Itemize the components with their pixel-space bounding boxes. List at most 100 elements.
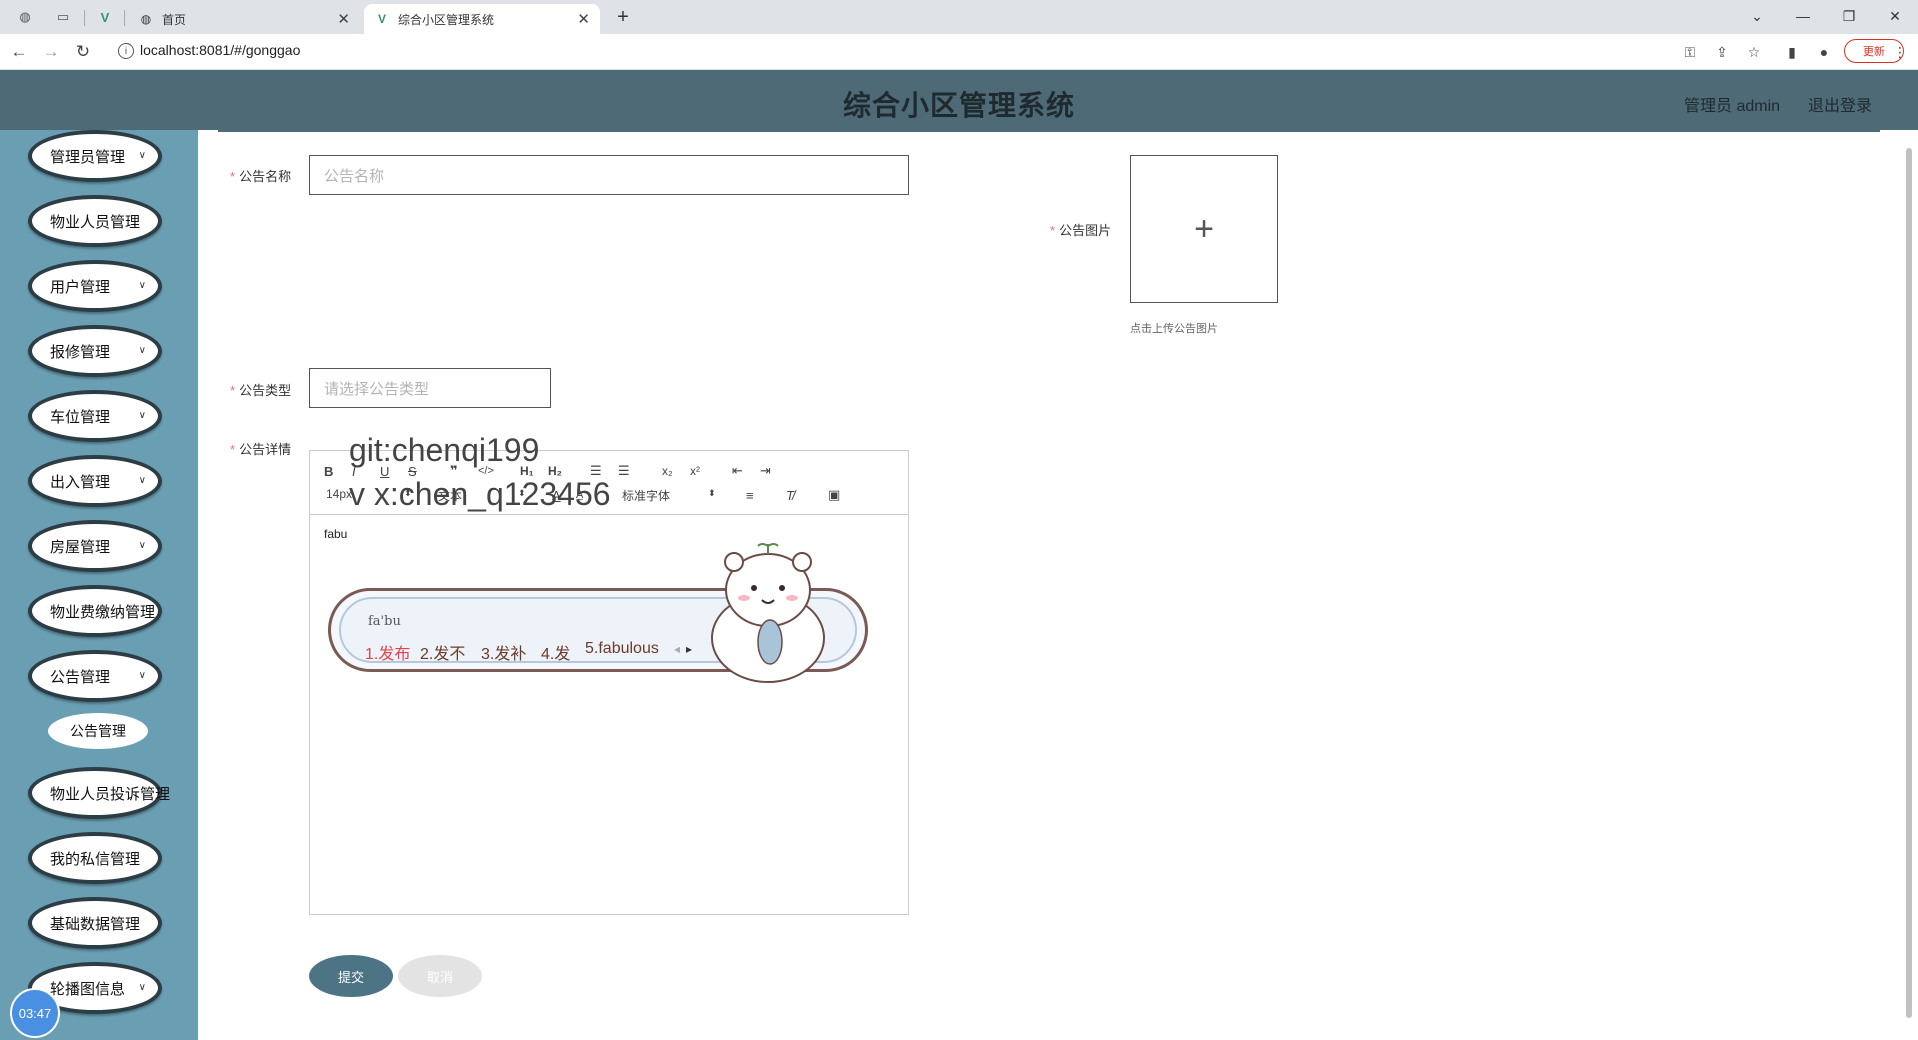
globe-icon[interactable]: ◍ xyxy=(16,8,34,26)
sidebar-item-label: 公告管理 xyxy=(50,668,111,686)
sidebar-item-messages[interactable]: 我的私信管理 xyxy=(28,832,162,884)
browser-tabstrip: ◍ ▭ V ◍ 首页 ✕ V 综合小区管理系统 ✕ + ⌄ — ❐ ✕ xyxy=(0,0,1918,34)
chevron-down-icon[interactable]: ⌄ xyxy=(1742,4,1772,28)
chevron-down-icon: ∨ xyxy=(138,540,146,551)
tab-separator xyxy=(124,10,125,26)
back-icon[interactable]: ← xyxy=(8,41,30,63)
pinned-tab-icon[interactable]: ▭ xyxy=(54,8,72,26)
sidebar-item-label: 房屋管理 xyxy=(50,538,111,556)
type-label-text: 公告类型 xyxy=(239,383,292,398)
chevron-down-icon: ∨ xyxy=(138,280,146,291)
globe-icon: ◍ xyxy=(140,12,152,26)
name-label: * 公告名称 xyxy=(230,166,291,185)
sidebar-item-label: 车位管理 xyxy=(50,408,111,426)
ime-candidate-4[interactable]: 4.发 xyxy=(541,640,570,664)
sidebar-item-basedata[interactable]: 基础数据管理 xyxy=(28,897,162,949)
sidebar-item-users[interactable]: 用户管理 ∨ xyxy=(28,260,162,312)
sort-arrows-icon: ⬍ xyxy=(708,488,716,498)
sidebar-item-label: 报修管理 xyxy=(50,343,111,361)
image-label: * 公告图片 xyxy=(1050,220,1111,239)
chevron-down-icon: ∨ xyxy=(138,475,146,486)
sidebar-item-parking[interactable]: 车位管理 ∨ xyxy=(28,390,162,442)
divider xyxy=(218,130,1880,132)
user-label: 管理员 admin xyxy=(1684,98,1781,115)
ime-candidate-2[interactable]: 2.发不 xyxy=(420,640,465,664)
scrollbar[interactable] xyxy=(1904,148,1914,1018)
font-value: 标准字体 xyxy=(622,489,671,503)
close-icon[interactable]: ✕ xyxy=(337,10,350,28)
ime-candidate-5[interactable]: 5.fabulous xyxy=(585,640,659,658)
star-icon[interactable]: ☆ xyxy=(1744,42,1764,62)
chevron-down-icon: ∨ xyxy=(138,982,146,993)
sidebar-item-label: 我的私信管理 xyxy=(50,850,141,868)
name-input[interactable]: 公告名称 xyxy=(309,155,909,195)
superscript-icon[interactable]: x² xyxy=(690,462,700,480)
image-icon[interactable]: ▣ xyxy=(828,486,840,504)
sidebar-item-admin[interactable]: 管理员管理 ∨ xyxy=(28,130,162,182)
share-icon[interactable]: ⇪ xyxy=(1712,42,1732,62)
close-icon[interactable]: ✕ xyxy=(577,10,590,28)
bear-mascot-icon xyxy=(711,543,825,683)
sidebar-item-repair[interactable]: 报修管理 ∨ xyxy=(28,325,162,377)
subscript-icon[interactable]: x₂ xyxy=(662,462,673,480)
vue-icon: V xyxy=(377,12,386,26)
sidebar-item-label: 基础数据管理 xyxy=(50,915,141,933)
sidebar-item-staff[interactable]: 物业人员管理 xyxy=(28,195,162,247)
required-mark: * xyxy=(230,442,236,457)
chevron-down-icon: ∨ xyxy=(138,345,146,356)
ime-next-icon[interactable]: ▸ xyxy=(686,642,692,656)
forward-icon[interactable]: → xyxy=(40,41,62,63)
sidebar-item-label: 物业人员管理 xyxy=(50,213,141,231)
ime-candidate-1[interactable]: 1.发布 xyxy=(365,640,410,664)
tab-active[interactable]: V 综合小区管理系统 ✕ xyxy=(364,4,600,34)
type-select[interactable]: 请选择公告类型 xyxy=(309,368,551,408)
ime-pinyin: fa'bu xyxy=(368,614,401,629)
name-label-text: 公告名称 xyxy=(239,169,292,184)
cancel-button[interactable]: 取消 xyxy=(398,955,482,997)
upload-tip: 点击上传公告图片 xyxy=(1130,323,1218,335)
close-window-button[interactable]: ✕ xyxy=(1880,4,1910,28)
sidebar-item-access[interactable]: 出入管理 ∨ xyxy=(28,455,162,507)
sidebar-item-complaint[interactable]: 物业人员投诉管理 xyxy=(28,767,170,819)
bold-icon[interactable]: B xyxy=(324,462,333,480)
editor-content[interactable]: fabu xyxy=(324,527,347,541)
profile-icon[interactable]: ● xyxy=(1814,42,1834,62)
restore-button[interactable]: ❐ xyxy=(1834,4,1864,28)
sidepanel-icon[interactable]: ▮ xyxy=(1782,42,1802,62)
info-icon[interactable]: i xyxy=(118,43,134,59)
submenu-item-notice[interactable]: 公告管理 xyxy=(48,713,148,749)
chevron-down-icon: ∨ xyxy=(138,670,146,681)
new-tab-button[interactable]: + xyxy=(614,6,632,28)
detail-label-text: 公告详情 xyxy=(239,442,292,457)
reload-icon[interactable]: ↻ xyxy=(72,41,94,63)
ime-candidate-3[interactable]: 3.发补 xyxy=(481,640,526,664)
minimize-button[interactable]: — xyxy=(1788,4,1818,28)
bullet-list-icon[interactable]: ☰ xyxy=(618,462,630,480)
sidebar-item-house[interactable]: 房屋管理 ∨ xyxy=(28,520,162,572)
sidebar-item-label: 轮播图信息 xyxy=(50,980,126,998)
clear-format-icon[interactable]: T̸ xyxy=(786,486,794,504)
chevron-down-icon: ∨ xyxy=(138,150,146,161)
ime-prev-icon[interactable]: ◂ xyxy=(674,642,680,656)
type-label: * 公告类型 xyxy=(230,380,291,399)
tab-home[interactable]: ◍ 首页 ✕ xyxy=(128,4,360,34)
align-icon[interactable]: ≡ xyxy=(746,486,754,504)
sidebar-item-label: 用户管理 xyxy=(50,278,111,296)
font-select[interactable]: 标准字体 ⬍ xyxy=(622,487,716,504)
vue-icon[interactable]: V xyxy=(96,8,114,26)
menu-icon[interactable]: ⋮ xyxy=(1890,42,1910,62)
address-bar: ← → ↻ i localhost:8081/#/gonggao ⚿ ⇪ ☆ ▮… xyxy=(0,34,1918,70)
url-field[interactable]: localhost:8081/#/gonggao xyxy=(140,42,300,58)
scroll-thumb[interactable] xyxy=(1906,148,1912,1018)
submit-button[interactable]: 提交 xyxy=(309,955,393,997)
logout-link[interactable]: 退出登录 xyxy=(1808,92,1872,116)
sidebar-item-fee[interactable]: 物业费缴纳管理 xyxy=(28,585,162,637)
image-upload[interactable]: + xyxy=(1130,155,1278,303)
sidebar-item-label: 出入管理 xyxy=(50,473,111,491)
sidebar-item-notice[interactable]: 公告管理 ∨ xyxy=(28,650,162,702)
key-icon[interactable]: ⚿ xyxy=(1680,42,1700,62)
outdent-icon[interactable]: ⇤ xyxy=(732,462,743,480)
app-title: 综合小区管理系统 xyxy=(842,90,1075,121)
indent-icon[interactable]: ⇥ xyxy=(760,462,771,480)
sidebar-item-label: 管理员管理 xyxy=(50,148,126,166)
